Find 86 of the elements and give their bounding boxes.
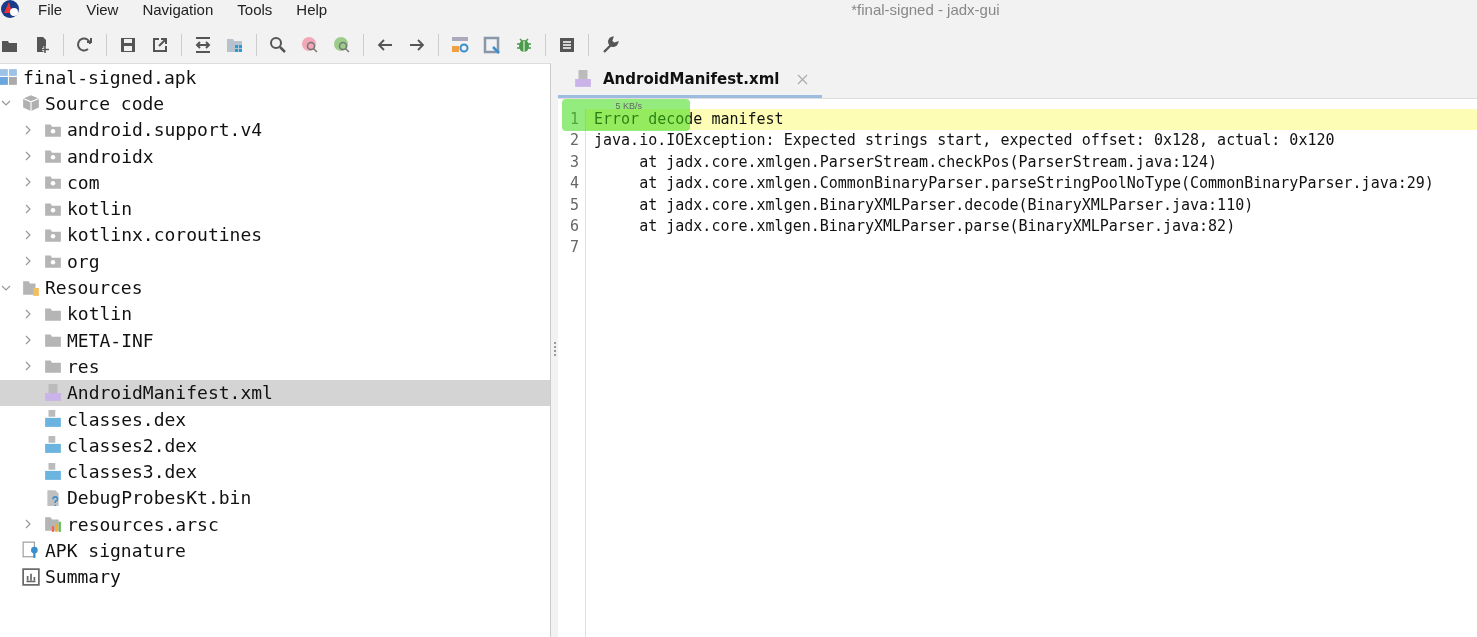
tree-label: Resources (45, 277, 143, 298)
menu-item[interactable]: File (38, 0, 63, 18)
menu-item[interactable]: Navigation (142, 0, 214, 18)
summary-icon (22, 567, 40, 586)
line-number: 4 (568, 173, 580, 195)
tree-label: DebugProbesKt.bin (67, 487, 252, 509)
folder-icon (44, 357, 62, 376)
cube-icon (22, 94, 40, 113)
export-icon[interactable] (150, 35, 170, 55)
search-usage-icon[interactable] (332, 35, 352, 55)
window-title: *final-signed - jadx-gui (851, 0, 1000, 18)
line-number: 1 (568, 109, 580, 130)
folder-icon (44, 147, 62, 166)
tree-item[interactable]: Summary (0, 563, 550, 590)
tree-label: resources.arsc (67, 513, 219, 535)
line-number: 7 (568, 237, 580, 259)
code-line: at jadx.core.xmlgen.ParserStream.checkPos(ParserStream.java:124) (638, 152, 1218, 171)
tree-item[interactable]: androidx (0, 142, 550, 170)
search-class-icon[interactable] (300, 35, 320, 55)
tree-label: Source code (45, 92, 165, 114)
tree-item[interactable]: android.support.v4 (0, 116, 550, 143)
tree-item[interactable]: Resources (0, 274, 550, 301)
save-icon[interactable] (118, 35, 138, 55)
search-icon[interactable] (268, 35, 288, 55)
line-number: 2 (568, 130, 580, 152)
tree-item[interactable]: final-signed.apk (0, 64, 550, 91)
splitter-handle[interactable] (553, 342, 556, 358)
tree-item[interactable]: classes2.dex (0, 432, 550, 459)
tree-item[interactable]: resources.arsc (0, 511, 550, 538)
certificate-icon (22, 541, 40, 560)
tree-label: androidx (67, 145, 154, 167)
tree-label: AndroidManifest.xml (67, 382, 273, 404)
manifest-file-icon (44, 383, 62, 402)
tree-item[interactable]: classes3.dex (0, 458, 550, 485)
tree-item[interactable]: kotlin (0, 195, 550, 222)
tree-label: Summary (45, 566, 121, 588)
tree-label: res (67, 355, 100, 377)
line-number: 3 (568, 151, 580, 173)
tree-item[interactable]: classes.dex (0, 405, 550, 433)
menu-item[interactable]: Tools (237, 0, 273, 18)
code-line: at jadx.core.xmlgen.BinaryXMLParser.decode(BinaryXMLParser.java:110) (638, 195, 1254, 214)
tree-item[interactable]: kotlin (0, 300, 550, 327)
tree-label: final-signed.apk (23, 66, 197, 88)
java-file-icon (44, 462, 62, 481)
tree-item[interactable]: META-INF (0, 326, 550, 354)
folder-icon (44, 331, 62, 350)
log-icon[interactable] (557, 35, 577, 55)
code-line: java.io.IOException: Expected strings start, expected offset: 0x128, actual: 0x120 (594, 131, 1335, 150)
unknown-file-icon (44, 488, 62, 507)
tree-item[interactable]: AndroidManifest.xml (0, 379, 550, 406)
tree-label: kotlin (67, 303, 133, 325)
wrap-text-icon[interactable] (193, 35, 213, 55)
tree-label: classes3.dex (67, 461, 198, 483)
folder-icon (44, 252, 62, 271)
code-line: at jadx.core.xmlgen.CommonBinaryParser.parseStringPoolNoType(CommonBinaryParser.java:29) (638, 174, 1434, 193)
menu-item[interactable]: Help (296, 0, 328, 18)
tree-item[interactable]: com (0, 169, 550, 196)
tree-label: android.support.v4 (67, 119, 263, 141)
java-file-icon (44, 436, 62, 455)
tree-item[interactable]: res (0, 353, 550, 380)
tree-label: com (67, 171, 100, 193)
close-icon[interactable] (797, 73, 809, 85)
tree-label: org (67, 250, 100, 272)
line-number: 5 (568, 194, 580, 216)
tree-label: classes.dex (67, 408, 187, 430)
folder-icon (44, 173, 62, 192)
manifest-file-icon (574, 70, 592, 88)
folder-icon (22, 278, 40, 297)
tree-label: META-INF (67, 329, 154, 351)
line-number: 6 (568, 215, 580, 237)
chart-file-icon (44, 515, 62, 534)
java-file-icon (44, 410, 62, 428)
menu-item[interactable]: View (86, 0, 119, 18)
tree-item[interactable]: APK signature (0, 537, 550, 564)
bug-icon[interactable] (514, 35, 534, 55)
tree-item[interactable]: kotlinx.coroutines (0, 221, 550, 249)
tree-label: kotlinx.coroutines (67, 224, 263, 246)
tree-label: kotlin (67, 198, 133, 220)
tree-item[interactable]: DebugProbesKt.bin (0, 484, 550, 512)
tree-label: classes2.dex (67, 434, 198, 456)
apk-icon (0, 68, 18, 87)
app-logo-icon (0, 0, 20, 19)
tree-label: APK signature (45, 540, 186, 561)
code-line: at jadx.core.xmlgen.BinaryXMLParser.parse(BinaryXMLParser.java:82) (638, 216, 1236, 235)
tree-item[interactable]: Source code (0, 90, 550, 117)
tree-item[interactable]: org (0, 248, 550, 275)
